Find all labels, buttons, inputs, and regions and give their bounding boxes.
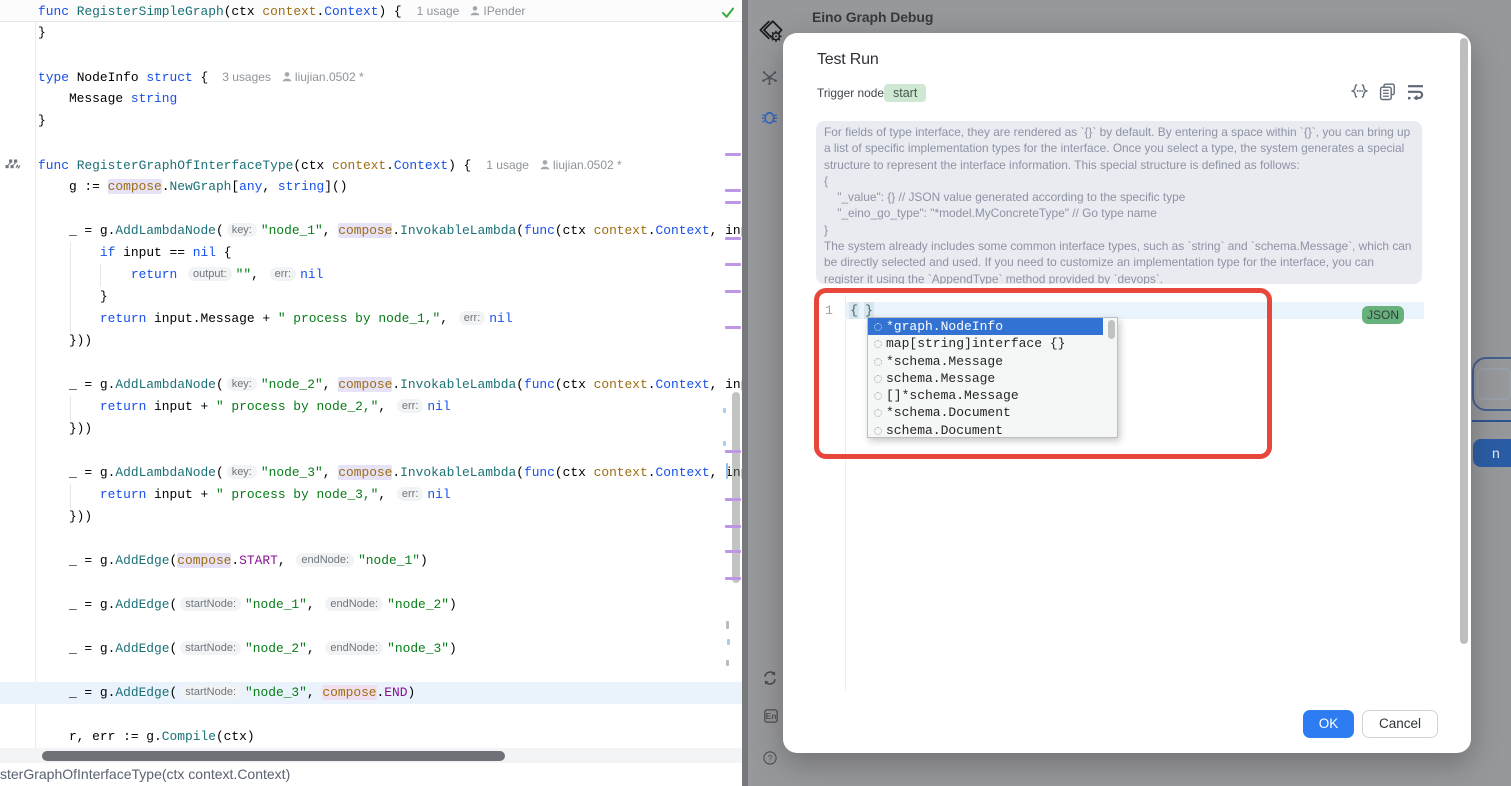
svg-text:?: ?: [767, 753, 772, 763]
svg-text:En: En: [766, 711, 777, 721]
